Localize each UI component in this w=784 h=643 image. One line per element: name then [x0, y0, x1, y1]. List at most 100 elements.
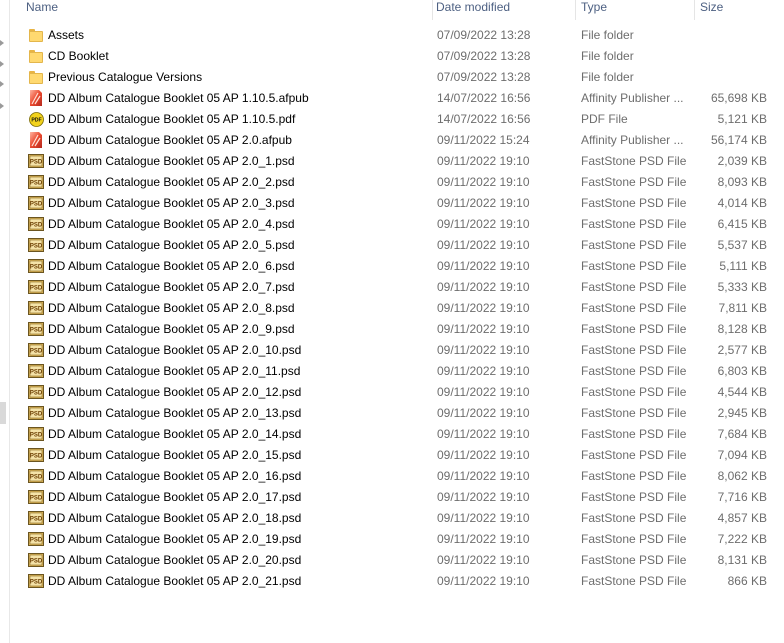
file-type: FastStone PSD File	[581, 448, 687, 462]
file-date-modified: 09/11/2022 15:24	[437, 133, 530, 147]
file-name: CD Booklet	[48, 49, 109, 63]
file-size: 7,684 KB	[717, 427, 767, 441]
column-header-size[interactable]: Size	[700, 0, 723, 20]
file-date-modified: 09/11/2022 19:10	[437, 490, 530, 504]
file-row[interactable]: PSD DD Album Catalogue Booklet 05 AP 2.0…	[9, 256, 784, 277]
folder-icon	[29, 49, 43, 63]
file-date-modified: 07/09/2022 13:28	[437, 28, 531, 42]
file-name: DD Album Catalogue Booklet 05 AP 2.0_6.p…	[48, 259, 295, 273]
file-row[interactable]: Assets 07/09/2022 13:28 File folder	[9, 25, 784, 46]
svg-text:PSD: PSD	[30, 223, 43, 229]
file-row[interactable]: PSD DD Album Catalogue Booklet 05 AP 2.0…	[9, 172, 784, 193]
file-row[interactable]: PSD DD Album Catalogue Booklet 05 AP 2.0…	[9, 424, 784, 445]
navigation-scrollbar-thumb[interactable]	[0, 402, 6, 424]
file-name: DD Album Catalogue Booklet 05 AP 2.0_20.…	[48, 553, 302, 567]
column-divider[interactable]	[694, 0, 695, 20]
file-row[interactable]: PSD DD Album Catalogue Booklet 05 AP 2.0…	[9, 214, 784, 235]
expand-arrow-icon[interactable]	[0, 103, 4, 109]
file-name: DD Album Catalogue Booklet 05 AP 2.0_19.…	[48, 532, 302, 546]
file-row[interactable]: PSD DD Album Catalogue Booklet 05 AP 2.0…	[9, 508, 784, 529]
affinity-publisher-icon	[29, 90, 43, 106]
file-type: Affinity Publisher ...	[581, 91, 684, 105]
file-size: 7,716 KB	[717, 490, 767, 504]
file-row[interactable]: PSD DD Album Catalogue Booklet 05 AP 2.0…	[9, 361, 784, 382]
file-name: DD Album Catalogue Booklet 05 AP 2.0_2.p…	[48, 175, 295, 189]
expand-arrow-icon[interactable]	[0, 81, 4, 87]
file-row[interactable]: CD Booklet 07/09/2022 13:28 File folder	[9, 46, 784, 67]
file-date-modified: 09/11/2022 19:10	[437, 196, 530, 210]
file-row[interactable]: PSD DD Album Catalogue Booklet 05 AP 2.0…	[9, 298, 784, 319]
column-divider[interactable]	[575, 0, 576, 20]
svg-text:PSD: PSD	[30, 202, 43, 208]
file-type: FastStone PSD File	[581, 280, 687, 294]
file-row[interactable]: DD Album Catalogue Booklet 05 AP 2.0.afp…	[9, 130, 784, 151]
affinity-publisher-icon	[29, 132, 43, 148]
file-name: DD Album Catalogue Booklet 05 AP 2.0_15.…	[48, 448, 302, 462]
file-name: DD Album Catalogue Booklet 05 AP 2.0_14.…	[48, 427, 302, 441]
file-name: DD Album Catalogue Booklet 05 AP 1.10.5.…	[48, 112, 296, 126]
column-header-date-modified[interactable]: Date modified	[436, 0, 510, 20]
file-row[interactable]: PSD DD Album Catalogue Booklet 05 AP 2.0…	[9, 193, 784, 214]
file-date-modified: 09/11/2022 19:10	[437, 448, 530, 462]
expand-arrow-icon[interactable]	[0, 40, 4, 46]
file-size: 2,039 KB	[717, 154, 767, 168]
file-size: 5,537 KB	[717, 238, 767, 252]
file-row[interactable]: PSD DD Album Catalogue Booklet 05 AP 2.0…	[9, 340, 784, 361]
file-date-modified: 09/11/2022 19:10	[437, 532, 530, 546]
psd-file-icon: PSD	[28, 385, 44, 399]
file-row[interactable]: PSD DD Album Catalogue Booklet 05 AP 2.0…	[9, 487, 784, 508]
column-header-name[interactable]: Name	[26, 0, 58, 20]
file-row[interactable]: PSD DD Album Catalogue Booklet 05 AP 2.0…	[9, 277, 784, 298]
column-divider[interactable]	[432, 0, 433, 20]
file-row[interactable]: PSD DD Album Catalogue Booklet 05 AP 2.0…	[9, 529, 784, 550]
file-row[interactable]: PSD DD Album Catalogue Booklet 05 AP 2.0…	[9, 550, 784, 571]
file-row[interactable]: PDF DD Album Catalogue Booklet 05 AP 1.1…	[9, 109, 784, 130]
file-name: Previous Catalogue Versions	[48, 70, 203, 84]
expand-arrow-icon[interactable]	[0, 61, 4, 67]
psd-file-icon: PSD	[28, 427, 44, 441]
file-name: DD Album Catalogue Booklet 05 AP 2.0_7.p…	[48, 280, 295, 294]
psd-file-icon: PSD	[28, 238, 44, 252]
file-row[interactable]: PSD DD Album Catalogue Booklet 05 AP 2.0…	[9, 382, 784, 403]
file-name: DD Album Catalogue Booklet 05 AP 2.0.afp…	[48, 133, 292, 147]
file-date-modified: 09/11/2022 19:10	[437, 343, 530, 357]
file-row[interactable]: DD Album Catalogue Booklet 05 AP 1.10.5.…	[9, 88, 784, 109]
file-size: 8,093 KB	[717, 175, 767, 189]
file-name: DD Album Catalogue Booklet 05 AP 2.0_10.…	[48, 343, 302, 357]
file-row[interactable]: Previous Catalogue Versions 07/09/2022 13…	[9, 67, 784, 88]
svg-text:PSD: PSD	[30, 328, 43, 334]
file-row[interactable]: PSD DD Album Catalogue Booklet 05 AP 2.0…	[9, 151, 784, 172]
file-type: FastStone PSD File	[581, 322, 687, 336]
column-header-type[interactable]: Type	[581, 0, 607, 20]
file-list: Assets 07/09/2022 13:28 File folder CD Boo…	[9, 25, 784, 592]
psd-file-icon: PSD	[28, 259, 44, 273]
file-date-modified: 14/07/2022 16:56	[437, 112, 531, 126]
file-size: 8,062 KB	[717, 469, 767, 483]
file-size: 5,121 KB	[717, 112, 767, 126]
file-type: FastStone PSD File	[581, 574, 687, 588]
file-row[interactable]: PSD DD Album Catalogue Booklet 05 AP 2.0…	[9, 319, 784, 340]
file-date-modified: 09/11/2022 19:10	[437, 259, 530, 273]
file-date-modified: 07/09/2022 13:28	[437, 70, 531, 84]
file-row[interactable]: PSD DD Album Catalogue Booklet 05 AP 2.0…	[9, 445, 784, 466]
file-size: 8,128 KB	[717, 322, 767, 336]
file-row[interactable]: PSD DD Album Catalogue Booklet 05 AP 2.0…	[9, 571, 784, 592]
file-date-modified: 09/11/2022 19:10	[437, 280, 530, 294]
svg-text:PSD: PSD	[30, 559, 43, 565]
file-type: FastStone PSD File	[581, 175, 687, 189]
psd-file-icon: PSD	[28, 280, 44, 294]
file-row[interactable]: PSD DD Album Catalogue Booklet 05 AP 2.0…	[9, 403, 784, 424]
svg-text:PSD: PSD	[30, 391, 43, 397]
psd-file-icon: PSD	[28, 490, 44, 504]
svg-text:PSD: PSD	[30, 412, 43, 418]
file-row[interactable]: PSD DD Album Catalogue Booklet 05 AP 2.0…	[9, 466, 784, 487]
file-row[interactable]: PSD DD Album Catalogue Booklet 05 AP 2.0…	[9, 235, 784, 256]
file-type: FastStone PSD File	[581, 427, 687, 441]
file-size: 6,415 KB	[717, 217, 767, 231]
pdf-icon: PDF	[29, 112, 44, 127]
psd-file-icon: PSD	[28, 532, 44, 546]
file-size: 7,811 KB	[718, 301, 767, 315]
file-date-modified: 09/11/2022 19:10	[437, 385, 530, 399]
file-type: FastStone PSD File	[581, 364, 687, 378]
file-type: PDF File	[581, 112, 628, 126]
